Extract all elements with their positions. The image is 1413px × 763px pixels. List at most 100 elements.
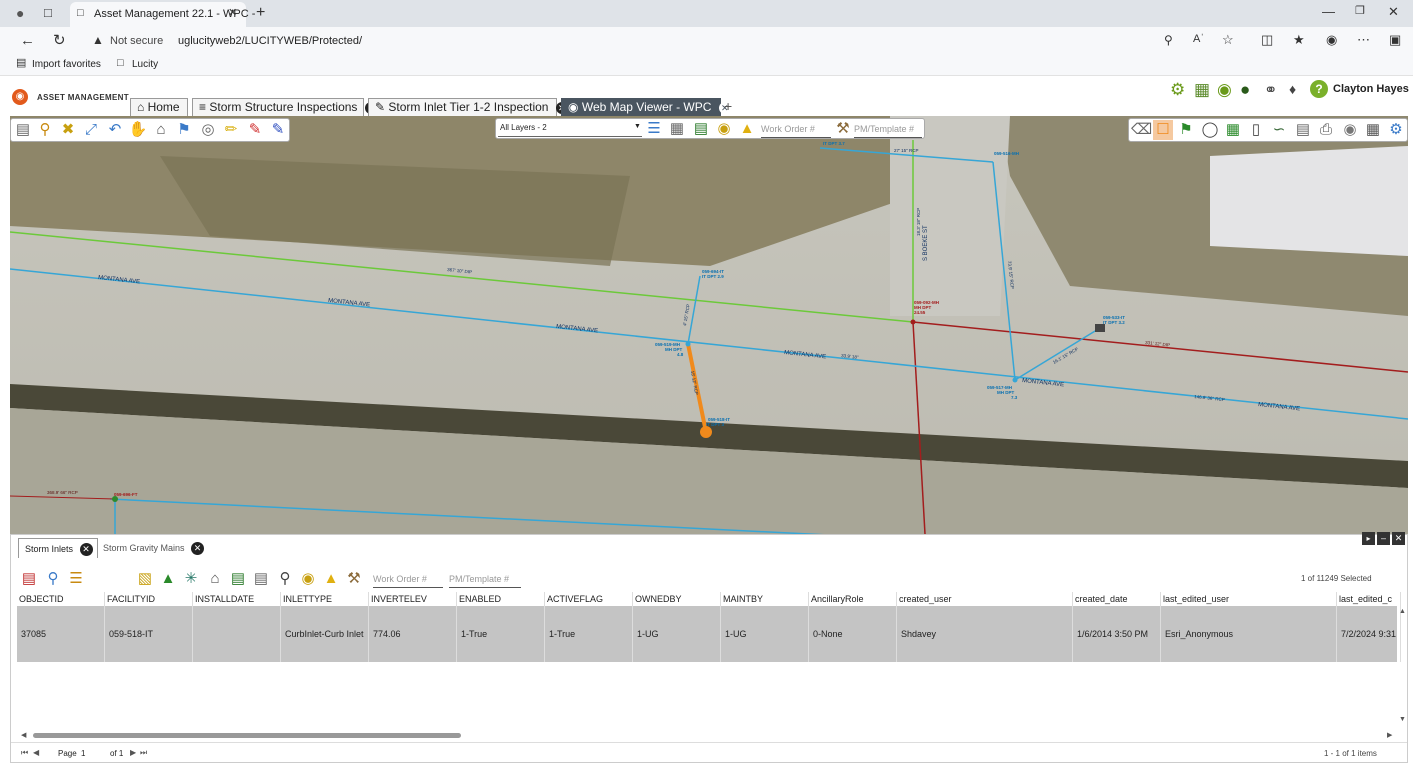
pm-template-input[interactable]: PM/Template # [854,122,922,138]
columns-icon[interactable]: ☰ [66,569,86,589]
gear-icon[interactable]: ⚙ [1170,80,1185,100]
column-header[interactable]: INSTALLDATE [193,592,281,606]
inlet-node[interactable] [1095,324,1105,332]
window-close-icon[interactable]: ✕ [1388,5,1399,18]
map-viewer[interactable]: MONTANA AVE MONTANA AVE MONTANA AVE MONT… [10,116,1408,534]
settings-cogs-icon[interactable]: ⚙ [1386,120,1406,140]
locate-icon[interactable]: ◎ [198,120,218,140]
tab-storm-inlets[interactable]: Storm Inlets ✕ [18,538,98,558]
expand-icon[interactable]: ▸ [1362,532,1375,545]
folder-icon[interactable]: ▧ [135,569,155,589]
report-icon[interactable]: ▤ [228,569,248,589]
manhole-node[interactable] [1012,377,1018,383]
identify-icon[interactable]: ☰ [644,119,664,139]
zoom-in-icon[interactable]: ⚲ [35,120,55,140]
favorite-star-icon[interactable]: ☆ [1222,33,1234,46]
favorites-icon[interactable]: ★ [1293,33,1305,46]
zoom-icon[interactable]: ⚲ [1164,34,1173,46]
column-header[interactable]: last_edited_c [1337,592,1401,606]
zoom-to-icon[interactable]: ⚲ [43,569,63,589]
map-layer-icon[interactable]: ▦ [1223,120,1243,140]
manhole-node[interactable] [685,341,691,347]
dashboard-icon[interactable]: ◉ [1217,80,1232,100]
next-page-icon[interactable]: ▶ [130,748,136,757]
scroll-thumb[interactable] [33,733,461,738]
export-icon[interactable]: ▲ [158,569,178,589]
image-icon[interactable]: ▦ [1363,120,1383,140]
bookmark-icon[interactable]: ⚑ [174,120,194,140]
print-icon[interactable]: ⎙ [1316,120,1336,140]
eraser-icon[interactable]: ⌫ [1131,120,1152,140]
vertical-scrollbar[interactable]: ▲ ▼ [1397,606,1407,726]
tab-actions-icon[interactable]: □ [44,6,52,19]
profile-icon[interactable]: ● [16,6,24,20]
zoom-full-icon[interactable]: ✖ [58,120,78,140]
device-icon[interactable]: ▯ [1246,120,1266,140]
refresh-layer-icon[interactable]: ◉ [714,119,734,139]
column-header[interactable]: INVERTELEV [369,592,457,606]
minimize-icon[interactable]: — [1322,5,1335,18]
column-header[interactable]: AncillaryRole [809,592,897,606]
sidebar-icon[interactable]: ▣ [1389,33,1401,46]
binoculars-icon[interactable]: ◯ [1200,120,1220,140]
column-header[interactable]: created_user [897,592,1073,606]
map-globe-icon[interactable]: ● [1240,80,1250,100]
close-panel-icon[interactable]: ✕ [1392,532,1405,545]
browser-tab[interactable]: □ Asset Management 22.1 - WPC - ✕ [70,2,255,27]
camera-icon[interactable]: ◉ [1340,120,1360,140]
page-number[interactable]: 1 [81,749,85,758]
horizontal-scrollbar[interactable]: ◀ ▶ [21,731,1397,741]
work-order-input[interactable]: Work Order # [373,572,443,588]
markup-icon[interactable]: ✎ [268,120,288,140]
network-trace-icon[interactable]: ∽ [1269,120,1289,140]
hardhat-icon[interactable]: ▲ [737,119,757,139]
scroll-right-icon[interactable]: ▶ [1387,731,1392,739]
measure-icon[interactable]: ✏ [221,120,241,140]
related-icon[interactable]: ✳ [181,569,201,589]
back-arrow-icon[interactable]: ↶ [105,120,125,140]
tab-storm-inlet-inspection[interactable]: ✎ Storm Inlet Tier 1-2 Inspection ✕ [368,98,568,116]
tab-home[interactable]: ⌂ Home [130,98,188,116]
clear-selection-icon[interactable]: ▤ [19,569,39,589]
column-header[interactable]: OWNEDBY [633,592,721,606]
link-icon[interactable]: ⚭ [1264,80,1277,100]
close-icon[interactable]: ✕ [191,542,205,556]
favorite-import[interactable]: Import favorites [32,59,101,70]
more-icon[interactable]: ⋯ [1357,33,1370,46]
favorite-lucity[interactable]: Lucity [132,59,158,70]
column-header[interactable]: ACTIVEFLAG [545,592,633,606]
refresh-layer-icon[interactable]: ◉ [298,569,318,589]
map-canvas[interactable]: MONTANA AVE MONTANA AVE MONTANA AVE MONT… [10,116,1408,534]
scroll-left-icon[interactable]: ◀ [21,731,26,739]
prev-page-icon[interactable]: ◀ [33,748,39,757]
scroll-down-icon[interactable]: ▼ [1399,716,1406,723]
split-screen-icon[interactable]: ◫ [1261,33,1273,46]
first-page-icon[interactable]: ⏮ [21,748,28,758]
user-name[interactable]: Clayton Hayes [1333,83,1409,95]
restore-icon[interactable]: ❐ [1355,6,1365,17]
search-icon[interactable]: ⚲ [275,569,295,589]
add-tab-icon[interactable]: + [724,98,732,114]
close-icon[interactable]: ✕ [228,8,237,19]
selected-inlet-node[interactable] [700,426,712,438]
layers-icon[interactable]: ▤ [13,120,33,140]
zoom-extent-icon[interactable]: ⤢ [81,120,101,140]
column-header[interactable]: MAINTBY [721,592,809,606]
url-bar[interactable]: ▲ Not secure uglucityweb2/LUCITYWEB/Prot… [86,30,1246,52]
select-feature-icon[interactable]: ☐ [1153,120,1173,140]
documents-icon[interactable]: ▤ [251,569,271,589]
documents-icon[interactable]: ▤ [1293,120,1313,140]
tab-web-map-viewer[interactable]: ◉ Web Map Viewer - WPC ✕ [561,98,731,116]
home-icon[interactable]: ⌂ [205,569,225,589]
table-icon[interactable]: ▦ [1194,80,1210,100]
back-icon[interactable]: ← [20,33,35,48]
column-header[interactable]: FACILITYID [105,592,193,606]
last-page-icon[interactable]: ⏭ [140,748,147,758]
home-icon[interactable]: ⌂ [151,120,171,140]
report-icon[interactable]: ▤ [691,119,711,139]
column-header[interactable]: last_edited_user [1161,592,1337,606]
hammer-icon[interactable]: ⚒ [344,569,364,589]
tab-storm-gravity-mains[interactable]: Storm Gravity Mains ✕ [97,538,205,558]
close-icon[interactable]: ✕ [79,543,93,557]
refresh-icon[interactable]: ↻ [53,33,66,48]
